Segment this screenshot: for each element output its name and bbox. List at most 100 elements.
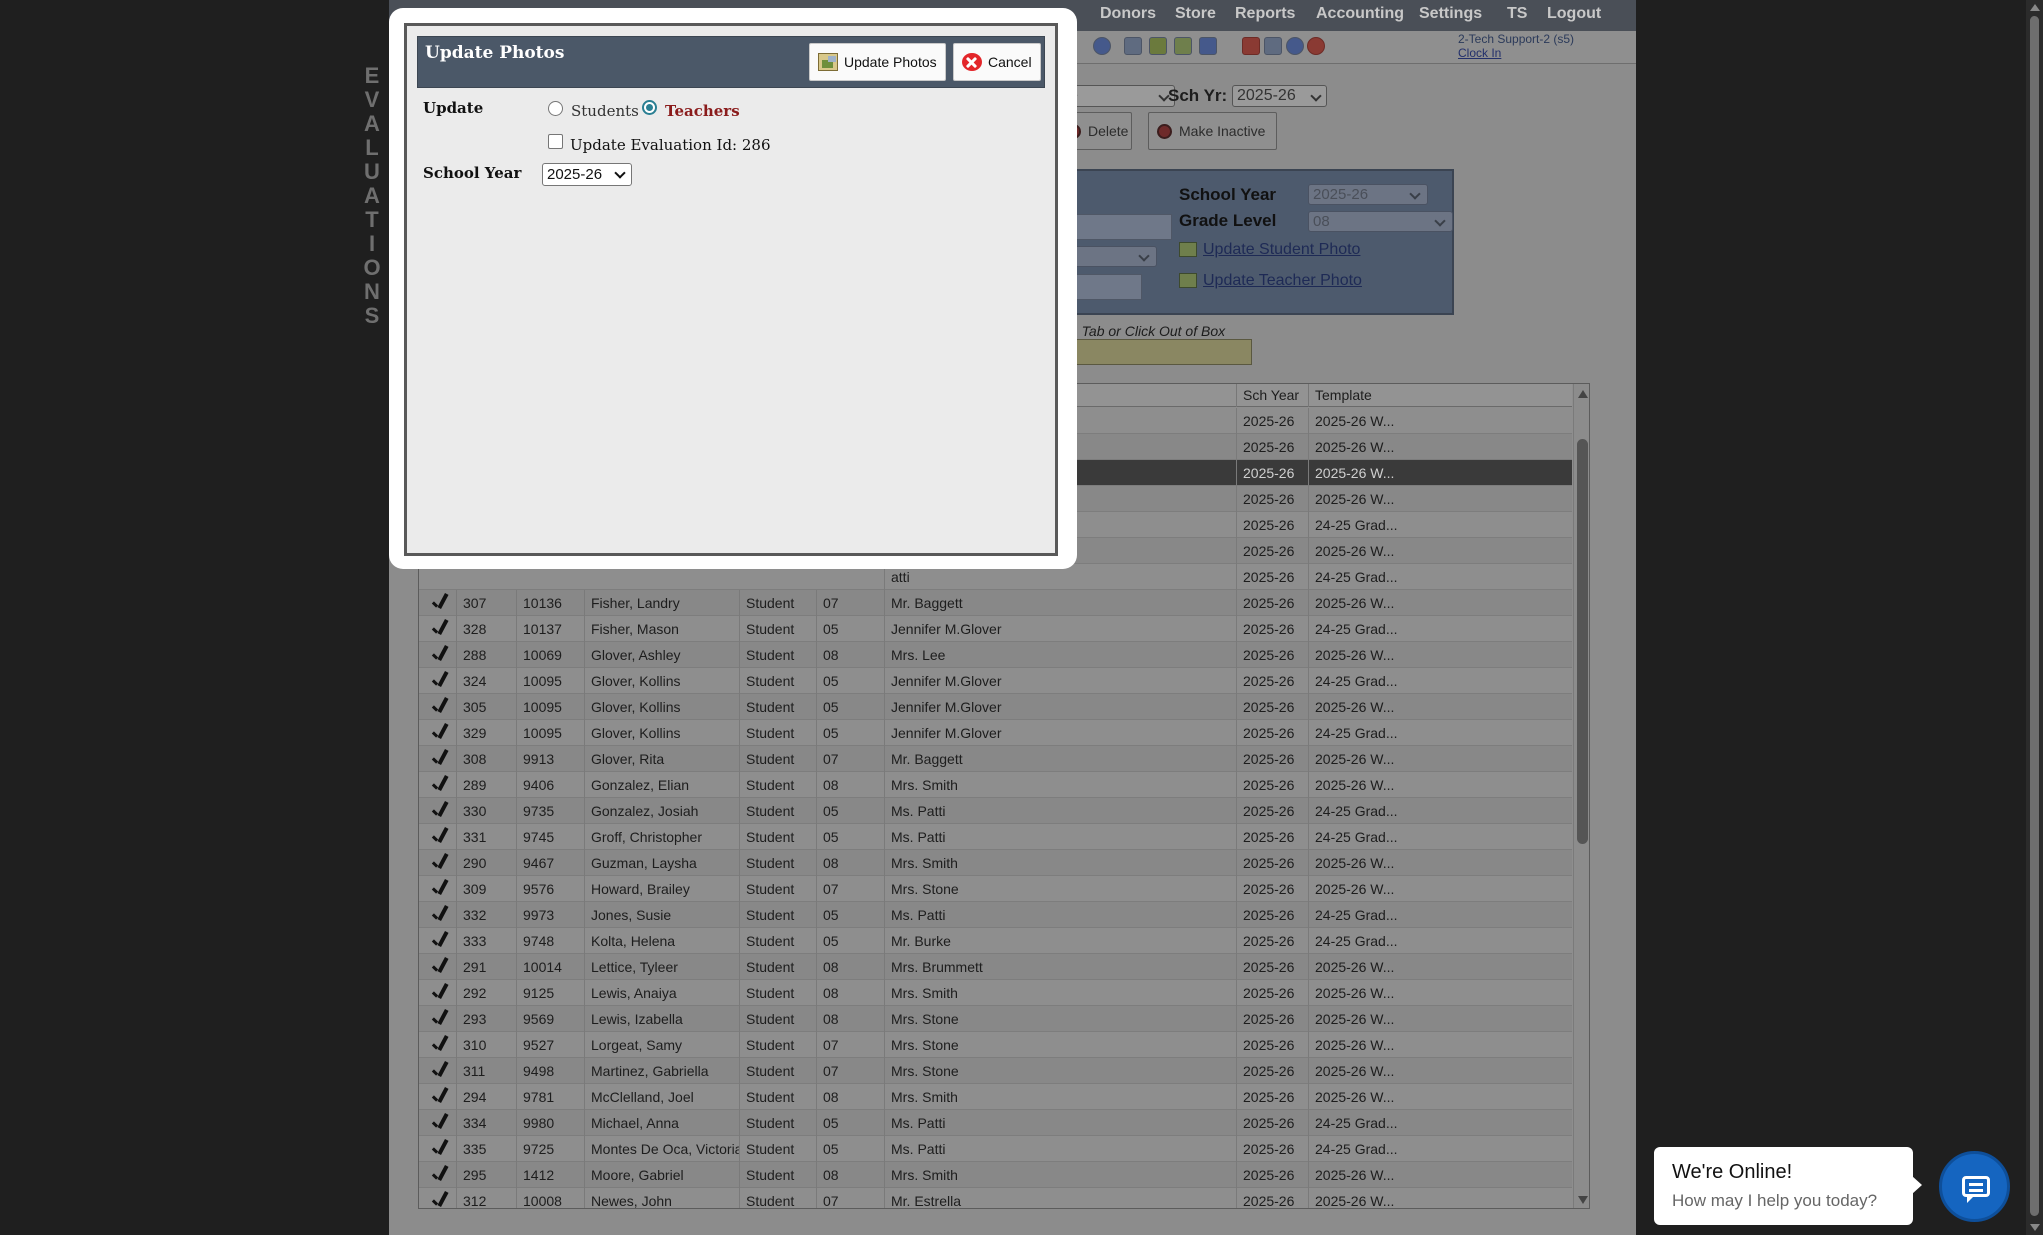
pdf-icon[interactable]: [1242, 37, 1260, 55]
checkmark-icon[interactable]: [429, 723, 451, 743]
table-row[interactable]: 328 10137 Fisher, Mason Student 05 Jennifer M…: [419, 616, 1572, 642]
refresh-icon[interactable]: [1093, 37, 1111, 55]
table-scrollbar[interactable]: [1573, 384, 1589, 1208]
cancel-button[interactable]: Cancel: [953, 43, 1041, 81]
search-box[interactable]: [1061, 339, 1252, 365]
header-sch-year[interactable]: Sch Year: [1236, 384, 1308, 407]
teachers-radio[interactable]: [642, 100, 657, 115]
checkmark-icon[interactable]: [429, 1191, 451, 1208]
header-template[interactable]: Template: [1308, 384, 1403, 407]
checkmark-icon[interactable]: [429, 1087, 451, 1107]
table-row[interactable]: 307 10136 Fisher, Landry Student 07 Mr. Bagge…: [419, 590, 1572, 616]
row-student-number: 10095: [516, 720, 584, 746]
chat-launcher-button[interactable]: [1939, 1151, 2010, 1222]
nav-reports[interactable]: Reports: [1235, 5, 1295, 23]
nav-logout[interactable]: Logout: [1547, 5, 1601, 23]
checkmark-icon[interactable]: [429, 853, 451, 873]
checkmark-icon[interactable]: [429, 671, 451, 691]
page-scrollbar[interactable]: [2026, 0, 2043, 1235]
checkmark-icon[interactable]: [429, 619, 451, 639]
checkmark-icon[interactable]: [429, 775, 451, 795]
checkmark-icon[interactable]: [429, 749, 451, 769]
ap-icon[interactable]: [1199, 37, 1217, 55]
table-row[interactable]: 288 10069 Glover, Ashley Student 08 Mrs. Lee 2…: [419, 642, 1572, 668]
picture-icon[interactable]: [1174, 37, 1192, 55]
chat-greeting[interactable]: We're Online! How may I help you today?: [1654, 1147, 1922, 1225]
nav-settings[interactable]: Settings: [1419, 5, 1482, 23]
sch-yr-select[interactable]: 2025-26: [1232, 85, 1327, 107]
checkmark-icon[interactable]: [429, 1035, 451, 1055]
checkmark-icon[interactable]: [429, 801, 451, 821]
table-row[interactable]: 330 9735 Gonzalez, Josiah Student 05 Ms. Patt…: [419, 798, 1572, 824]
checkmark-icon[interactable]: [429, 1139, 451, 1159]
table-row[interactable]: 289 9406 Gonzalez, Elian Student 08 Mrs. Smit…: [419, 772, 1572, 798]
checkmark-icon[interactable]: [429, 905, 451, 925]
update-student-photo-link[interactable]: Update Student Photo: [1179, 241, 1360, 259]
make-inactive-button[interactable]: Make Inactive: [1148, 112, 1277, 150]
page-scroll-down-icon[interactable]: [2030, 1224, 2040, 1231]
row-student-number: 9498: [516, 1058, 584, 1084]
update-evaluation-label[interactable]: Update Evaluation Id: 286: [570, 136, 771, 154]
table-row[interactable]: 305 10095 Glover, Kollins Student 05 Jennifer…: [419, 694, 1572, 720]
teachers-option-label[interactable]: Teachers: [665, 102, 740, 120]
update-evaluation-checkbox[interactable]: [548, 134, 563, 149]
table-row[interactable]: 310 9527 Lorgeat, Samy Student 07 Mrs. Stone 2…: [419, 1032, 1572, 1058]
update-teacher-photo-link[interactable]: Update Teacher Photo: [1179, 272, 1362, 290]
scroll-up-icon[interactable]: [1578, 390, 1588, 398]
table-row[interactable]: 294 9781 McClelland, Joel Student 08 Mrs. Smi…: [419, 1084, 1572, 1110]
checkmark-icon[interactable]: [429, 1113, 451, 1133]
table-row[interactable]: 309 9576 Howard, Brailey Student 07 Mrs. Ston…: [419, 876, 1572, 902]
clock-in-link[interactable]: Clock In: [1458, 46, 1574, 60]
table-row[interactable]: 335 9725 Montes De Oca, Victoria Student 05 M…: [419, 1136, 1572, 1162]
table-row[interactable]: 292 9125 Lewis, Anaiya Student 08 Mrs. Smith 2…: [419, 980, 1572, 1006]
checkmark-icon[interactable]: [429, 827, 451, 847]
school-year-select[interactable]: 2025-26: [542, 163, 632, 186]
students-radio[interactable]: [548, 101, 563, 116]
nav-accounting[interactable]: Accounting: [1316, 5, 1404, 23]
nav-ts[interactable]: TS: [1507, 5, 1527, 23]
chat-icon: [1962, 1176, 1990, 1203]
table-row[interactable]: 312 10008 Newes, John Student 07 Mr. Estrella…: [419, 1188, 1572, 1208]
table-row[interactable]: 311 9498 Martinez, Gabriella Student 07 Mrs. …: [419, 1058, 1572, 1084]
checkmark-icon[interactable]: [429, 1061, 451, 1081]
document-icon[interactable]: [1124, 37, 1142, 55]
scroll-down-icon[interactable]: [1578, 1196, 1588, 1204]
table-row[interactable]: 291 10014 Lettice, Tyleer Student 08 Mrs. Bru…: [419, 954, 1572, 980]
table-row[interactable]: 324 10095 Glover, Kollins Student 05 Jennifer…: [419, 668, 1572, 694]
checkmark-icon[interactable]: [429, 983, 451, 1003]
table-row[interactable]: 334 9980 Michael, Anna Student 05 Ms. Patti 20…: [419, 1110, 1572, 1136]
alert-icon[interactable]: [1307, 37, 1325, 55]
help-icon[interactable]: [1286, 37, 1304, 55]
grade-level-select[interactable]: 08: [1308, 211, 1453, 232]
checkmark-icon[interactable]: [429, 1165, 451, 1185]
row-id: 291: [456, 954, 516, 980]
checkmark-icon[interactable]: [429, 645, 451, 665]
checkmark-icon[interactable]: [429, 957, 451, 977]
nav-store[interactable]: Store: [1175, 5, 1216, 23]
table-row[interactable]: 308 9913 Glover, Rita Student 07 Mr. Baggett 2…: [419, 746, 1572, 772]
row-name: Gonzalez, Elian: [584, 772, 739, 798]
print-icon[interactable]: [1264, 37, 1282, 55]
row-name: McClelland, Joel: [584, 1084, 739, 1110]
checkmark-icon[interactable]: [429, 1009, 451, 1029]
type-select[interactable]: e: [1064, 85, 1175, 107]
checkmark-icon[interactable]: [429, 879, 451, 899]
money-icon[interactable]: [1149, 37, 1167, 55]
panel-school-year-select[interactable]: 2025-26: [1308, 184, 1428, 205]
checkmark-icon[interactable]: [429, 697, 451, 717]
table-row[interactable]: 333 9748 Kolta, Helena Student 05 Mr. Burke 20…: [419, 928, 1572, 954]
table-row[interactable]: 295 1412 Moore, Gabriel Student 08 Mrs. Smith…: [419, 1162, 1572, 1188]
table-scroll-thumb[interactable]: [1577, 439, 1588, 844]
update-photos-button[interactable]: Update Photos: [809, 43, 946, 81]
table-row[interactable]: 332 9973 Jones, Susie Student 05 Ms. Patti 202…: [419, 902, 1572, 928]
table-row[interactable]: 290 9467 Guzman, Laysha Student 08 Mrs. Smith…: [419, 850, 1572, 876]
checkmark-icon[interactable]: [429, 931, 451, 951]
table-row[interactable]: 331 9745 Groff, Christopher Student 05 Ms. Pa…: [419, 824, 1572, 850]
page-scroll-thumb[interactable]: [2030, 16, 2039, 1216]
table-row[interactable]: 329 10095 Glover, Kollins Student 05 Jennifer…: [419, 720, 1572, 746]
nav-donors[interactable]: Donors: [1100, 5, 1156, 23]
page-scroll-up-icon[interactable]: [2030, 4, 2040, 11]
checkmark-icon[interactable]: [429, 593, 451, 613]
table-row[interactable]: 293 9569 Lewis, Izabella Student 08 Mrs. Ston…: [419, 1006, 1572, 1032]
students-option-label[interactable]: Students: [571, 102, 639, 120]
